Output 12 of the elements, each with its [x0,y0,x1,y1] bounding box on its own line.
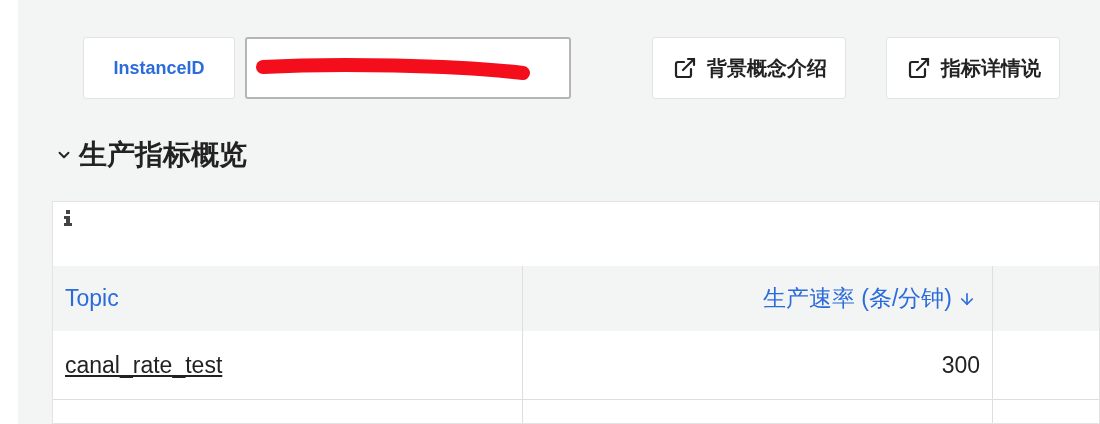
link-button[interactable]: 背景概念介绍 [652,37,846,99]
table-cell-text: 300 [941,350,980,380]
instance-id-label: InstanceID [83,37,235,99]
section-title: 生产指标概览 [79,138,247,172]
topic-link[interactable]: canal_rate_test [65,347,223,383]
link-button[interactable]: 指标详情说 [886,37,1060,99]
column-header[interactable]: 生产速率 (条/分钟) [523,266,993,331]
external-link-icon [673,56,697,80]
external-link-icon [907,56,931,80]
info-icon [63,210,73,226]
instance-id-field[interactable] [245,37,571,99]
column-header[interactable]: Topic [53,266,523,331]
